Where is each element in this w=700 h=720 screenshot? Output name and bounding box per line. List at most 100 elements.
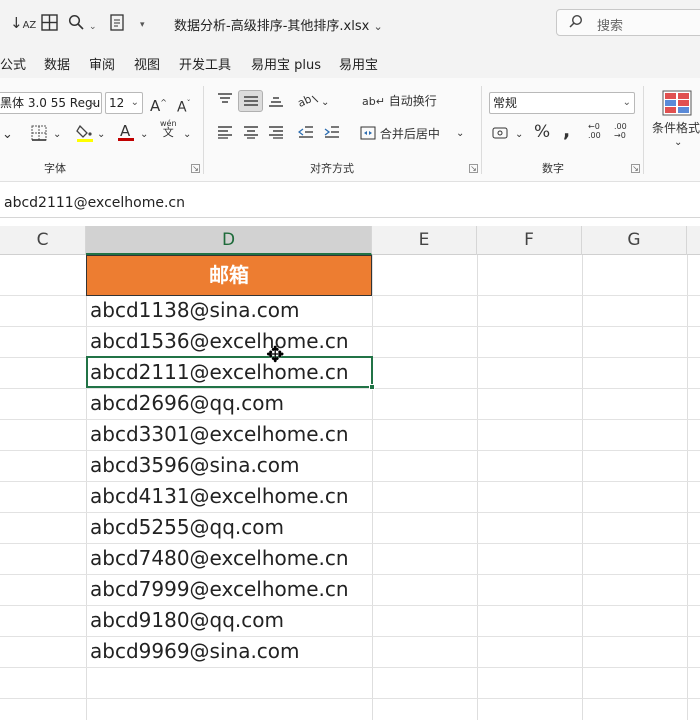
move-cursor-icon: ✥ [266,343,285,368]
tab-yiyongbao-plus[interactable]: 易用宝 plus [251,54,321,73]
tab-data[interactable]: 数据 [44,54,70,73]
find-icon[interactable] [68,14,84,34]
email-cell[interactable]: abcd5255@qq.com [90,512,284,543]
orientation-icon[interactable]: ab [296,92,320,114]
worksheet-grid[interactable]: 邮箱 abcd1138@sina.com abcd1536@excelhome.… [0,255,700,720]
align-right-icon[interactable] [268,125,284,145]
email-cell[interactable]: abcd9180@qq.com [90,605,284,636]
merge-cells-icon [360,126,380,141]
gridline [687,255,688,720]
column-header-c[interactable]: C [0,226,86,255]
active-cell-border [86,356,373,388]
fill-handle[interactable] [369,384,375,390]
percent-style-icon[interactable]: % [534,123,550,141]
gridline [0,698,700,699]
header-cell-email[interactable]: 邮箱 [86,255,372,296]
column-header-g[interactable]: G [582,226,687,255]
chevron-down-icon[interactable]: ⌄ [674,134,682,152]
number-group-label: 数字 [542,162,564,175]
accounting-format-icon[interactable] [492,126,512,146]
tab-view[interactable]: 视图 [134,54,160,73]
font-name-select[interactable]: 黑体 3.0 55 Regular⌄ [0,92,102,114]
comma-style-icon[interactable]: , [563,122,570,141]
email-cell[interactable]: abcd9969@sina.com [90,636,300,667]
chevron-down-icon: ⌄ [622,97,631,108]
align-left-icon[interactable] [217,125,233,145]
chevron-down-icon[interactable]: ⌄ [515,126,523,144]
email-cell[interactable]: abcd2696@qq.com [90,388,284,419]
number-dialog-launcher-icon[interactable]: ↘ [631,164,640,173]
gridline [372,255,373,720]
chevron-down-icon[interactable]: ⌄ [183,126,191,144]
gridline [86,255,87,720]
email-cell[interactable]: abcd7480@excelhome.cn [90,543,349,574]
align-middle-icon[interactable] [238,90,263,112]
increase-font-size-icon[interactable]: A^ [150,94,167,115]
chevron-down-icon[interactable]: ⌄ [97,126,105,144]
decrease-indent-icon[interactable] [297,125,314,145]
font-dialog-launcher-icon[interactable]: ↘ [191,164,200,173]
divider [643,86,644,174]
gridline [0,667,700,668]
number-format-select[interactable]: 常规 ⌄ [489,92,635,114]
column-header-e[interactable]: E [372,226,477,255]
column-header-d[interactable]: D [86,226,372,255]
font-group-label: 字体 [44,162,66,175]
search-icon [569,14,583,32]
chevron-down-icon[interactable]: ⌄ [89,18,97,36]
ribbon: 黑体 3.0 55 Regular⌄ 12⌄ A^ Aˇ ⌄ ⌄ ⌄ A ⌄ w… [0,78,700,182]
chevron-down-icon[interactable]: ⌄ [53,126,61,144]
chevron-down-icon[interactable]: ⌄ [140,126,148,144]
email-cell[interactable]: abcd1536@excelhome.cn [90,326,349,357]
formula-bar[interactable]: abcd2111@excelhome.cn [0,188,700,218]
sort-az-icon[interactable]: ↓AZ [10,14,36,35]
svg-text:ab: ab [298,92,314,108]
document-title[interactable]: 数据分析-高级排序-其他排序.xlsx ⌄ [174,15,383,34]
tab-yiyongbao[interactable]: 易用宝 [339,54,378,73]
tab-review[interactable]: 审阅 [89,54,115,73]
chevron-down-icon: ⌄ [89,97,98,108]
wrap-text-button[interactable]: ab↵ 自动换行 [362,92,437,111]
gridline [477,255,478,720]
email-cell[interactable]: abcd3596@sina.com [90,450,300,481]
decrease-font-size-icon[interactable]: Aˇ [177,95,191,117]
divider [203,86,204,174]
font-size-select[interactable]: 12 ⌄ [105,92,143,114]
increase-indent-icon[interactable] [324,125,340,145]
chevron-down-icon[interactable]: ⌄ [321,94,329,112]
column-header-f[interactable]: F [477,226,582,255]
phonetic-guide-icon[interactable]: wén 文 [160,119,177,138]
alignment-dialog-launcher-icon[interactable]: ↘ [469,164,478,173]
title-bar: ↓AZ ⌄ ▾ 数据分析-高级排序-其他排序.xlsx ⌄ 搜索 [0,0,700,46]
merge-center-button[interactable]: 合并后居中 [360,125,440,143]
chevron-down-icon: ⌄ [130,97,139,108]
grid-borders-icon[interactable] [41,14,58,35]
border-icon[interactable] [31,125,47,147]
align-bottom-icon[interactable] [268,94,284,114]
email-cell[interactable]: abcd3301@excelhome.cn [90,419,349,450]
chevron-down-icon[interactable]: ⌄ [456,125,464,143]
search-placeholder: 搜索 [597,19,624,34]
alignment-group-label: 对齐方式 [310,162,354,175]
email-cell[interactable]: abcd1138@sina.com [90,295,300,326]
formula-input[interactable]: abcd2111@excelhome.cn [4,195,185,211]
align-center-icon[interactable] [243,125,259,145]
decrease-decimal-icon[interactable]: .00 →0 [614,122,627,140]
search-box[interactable]: 搜索 [556,9,700,36]
svg-text:A: A [120,122,131,140]
align-top-icon[interactable] [217,92,233,112]
gridline [582,255,583,720]
tab-formulas[interactable]: 公式 [0,54,26,73]
increase-decimal-icon[interactable]: ←0.00 [588,122,601,140]
email-cell[interactable]: abcd4131@excelhome.cn [90,481,349,512]
email-cell[interactable]: abcd7999@excelhome.cn [90,574,349,605]
column-header-row: C D E F G [0,226,700,255]
font-color-icon[interactable]: A [117,122,135,149]
ribbon-tabs: 公式 数据 审阅 视图 开发工具 易用宝 plus 易用宝 [0,46,700,78]
customize-toolbar-icon[interactable]: ▾ [140,16,145,34]
underline-dropdown-icon[interactable]: ⌄ [2,126,13,144]
conditional-format-icon[interactable] [662,90,692,122]
tab-developer[interactable]: 开发工具 [179,54,231,73]
fill-color-icon[interactable] [76,123,94,149]
form-icon[interactable] [110,14,124,35]
